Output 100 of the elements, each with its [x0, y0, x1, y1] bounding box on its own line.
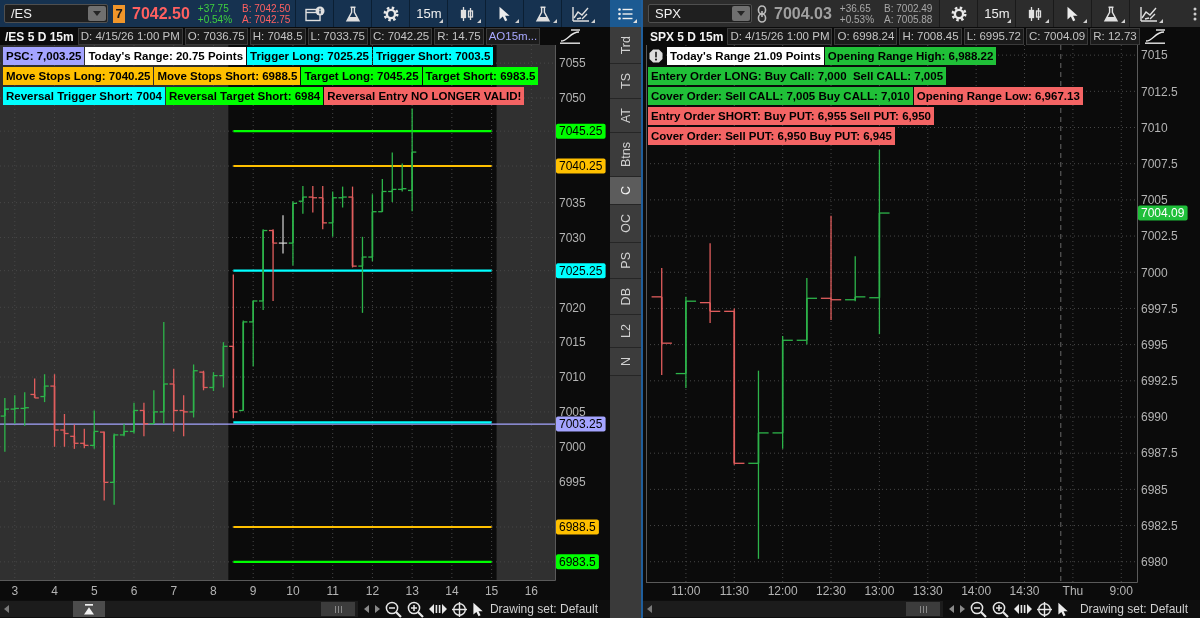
- pan-arrows-icon[interactable]: [429, 603, 447, 615]
- price-level-tag: 7025.25: [556, 263, 606, 279]
- flask-icon: [344, 5, 361, 22]
- scroll-left-icon[interactable]: [647, 605, 652, 613]
- time-axis-label: 11:30: [719, 584, 749, 598]
- last-price: 7004.03: [774, 4, 832, 23]
- list-menu-button[interactable]: [610, 0, 641, 27]
- price-axis-label: 7030: [559, 230, 586, 245]
- study-name: AO15m...: [485, 28, 541, 45]
- corner-triangle-icon: [1121, 19, 1126, 23]
- link-group-badge[interactable]: 7: [113, 4, 125, 23]
- price-axis-label: 7015: [1141, 48, 1168, 63]
- study-label: Today's Range 21.09 Points: [667, 47, 824, 65]
- price-axis-label: 7050: [559, 91, 586, 106]
- price-axis-label: 6980: [1141, 555, 1168, 570]
- time-axis-label: 13: [405, 584, 419, 598]
- time-axis-label: 14: [445, 584, 459, 598]
- scrollbar-thumb[interactable]: [906, 602, 940, 616]
- scroll-right-icon[interactable]: [960, 605, 965, 613]
- price-axis-label: 7012.5: [1141, 84, 1178, 99]
- corner-triangle-icon: [633, 19, 637, 23]
- chart-title: /ES 5 D 15m: [4, 28, 75, 45]
- scroll-left-icon[interactable]: [4, 605, 9, 613]
- window-info-icon: [304, 5, 325, 22]
- last-price: 7042.50: [132, 4, 190, 23]
- scrollbar[interactable]: [0, 601, 358, 617]
- cursor-icon: [1066, 5, 1080, 22]
- more-icon[interactable]: [1193, 6, 1197, 21]
- drawing-set-label[interactable]: Drawing set: Default: [1079, 602, 1188, 616]
- dropdown-button[interactable]: [732, 6, 750, 21]
- symbol-field[interactable]: /ES: [4, 4, 108, 23]
- zoom-in-icon[interactable]: [407, 600, 424, 618]
- candlestick-icon: [1026, 5, 1043, 22]
- time-axis-label: 13:30: [912, 584, 943, 598]
- dropdown-button[interactable]: [88, 6, 106, 21]
- time-axis-label: 12:30: [816, 584, 847, 598]
- price-axis-label: 6995: [559, 474, 586, 489]
- chart-title: SPX 5 D 15m: [649, 28, 725, 45]
- cursor-icon[interactable]: [472, 601, 484, 617]
- pan-arrows-icon[interactable]: [1014, 603, 1032, 615]
- study-label: Trigger Long: 7025.25: [247, 47, 372, 65]
- quote-info: C: 7004.09: [1026, 28, 1089, 45]
- zoom-in-icon[interactable]: [992, 600, 1009, 618]
- study-label: Target Short: 6983.5: [422, 67, 539, 85]
- corner-triangle-icon: [515, 19, 520, 23]
- study-label: Reversal Trigger Short: 7004: [3, 87, 165, 105]
- time-axis-label: 14:30: [1009, 584, 1040, 598]
- quote-info: R: 14.75: [434, 28, 484, 45]
- corner-triangle-icon: [1007, 19, 1012, 23]
- grip-icon: [334, 605, 342, 613]
- study-label: Today's Range: 20.75 Points: [85, 47, 247, 65]
- zoom-out-icon[interactable]: [970, 600, 987, 618]
- time-axis-label: 10: [286, 584, 300, 598]
- time-axis-label: 16: [524, 584, 539, 598]
- drawing-tools-icon: [571, 5, 590, 22]
- scrollbar[interactable]: [643, 601, 943, 617]
- price-level-tag: 6988.5: [556, 519, 599, 535]
- cursor-icon: [498, 5, 512, 22]
- price-level-tag: 6983.5: [556, 554, 599, 570]
- price-axis-label: 7007.5: [1141, 157, 1178, 171]
- price-axis-label: 6982.5: [1141, 518, 1178, 533]
- time-axis-label: 9: [249, 584, 257, 598]
- time-axis-label: 12:00: [767, 584, 798, 598]
- drawing-set-label[interactable]: Drawing set: Default: [489, 602, 598, 616]
- aggregation-button[interactable]: 15m: [409, 0, 448, 27]
- study-label: Opening Range High: 6,988.22: [824, 47, 997, 65]
- percent-change: +0.53%: [839, 13, 875, 25]
- quote-info: H: 7008.45: [899, 28, 962, 45]
- gear-icon: [382, 5, 399, 22]
- net-change: +37.75: [197, 2, 230, 14]
- price-axis-label: 7055: [559, 56, 586, 71]
- study-label: PSC: 7,003.25: [3, 47, 85, 65]
- percent-change: +0.54%: [197, 13, 233, 25]
- collapse-icon: [83, 603, 95, 615]
- study-label: Opening Range Low: 6,967.13: [913, 87, 1083, 105]
- crosshair-icon[interactable]: [1037, 601, 1052, 617]
- aggregation-button[interactable]: 15m: [977, 0, 1016, 27]
- corner-triangle-icon: [1083, 19, 1088, 23]
- zoom-out-icon[interactable]: [385, 600, 402, 618]
- corner-triangle-icon: [591, 19, 596, 23]
- chain-link-icon[interactable]: [757, 4, 767, 23]
- scroll-left-icon[interactable]: [364, 605, 369, 613]
- symbol-field[interactable]: SPX: [648, 4, 752, 23]
- study-curve-icon[interactable]: [1144, 29, 1166, 44]
- drawing-tools-icon: [1139, 5, 1158, 22]
- scrollbar-thumb[interactable]: [321, 602, 355, 616]
- side-tab[interactable]: C: [610, 177, 641, 206]
- corner-triangle-icon: [1159, 19, 1164, 23]
- study-label: Reversal Target Short: 6984: [165, 87, 324, 105]
- study-curve-icon[interactable]: [559, 29, 581, 44]
- time-axis-label: 11:00: [671, 584, 701, 598]
- price-axis-label: 7005: [1141, 193, 1168, 208]
- crosshair-icon[interactable]: [452, 601, 467, 617]
- scroll-left-icon[interactable]: [949, 605, 954, 613]
- cursor-icon[interactable]: [1057, 601, 1069, 617]
- price-axis-label: 7000: [559, 440, 586, 455]
- collapse-button[interactable]: [73, 601, 105, 617]
- list-icon: [618, 7, 633, 20]
- time-axis-label: 3: [11, 584, 19, 598]
- scroll-right-icon[interactable]: [375, 605, 380, 613]
